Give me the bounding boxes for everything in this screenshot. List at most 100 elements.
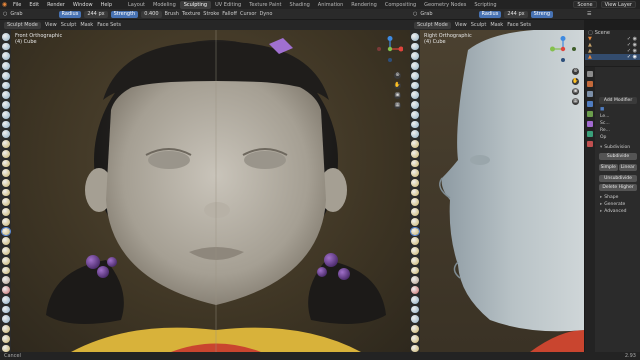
mode-selector[interactable]: Sculpt Mode: [4, 21, 41, 29]
advanced-panel[interactable]: ▸ Advanced: [596, 208, 640, 215]
subdivision-panel-header[interactable]: ▾ Subdivision: [596, 144, 640, 151]
zoom-icon[interactable]: ⊕: [394, 72, 401, 79]
texture-menu[interactable]: Texture: [182, 11, 200, 17]
sculpt-tool-icon[interactable]: [411, 33, 419, 41]
sculpt-tool-icon[interactable]: [411, 208, 419, 216]
radius-field[interactable]: 244 px: [504, 10, 528, 18]
modifier-header[interactable]: ■: [596, 106, 640, 113]
tab-compositing[interactable]: Compositing: [381, 1, 420, 9]
sculpt-tool-icon[interactable]: [411, 91, 419, 100]
sculpt-tool-icon[interactable]: [1, 217, 10, 226]
sculpt-tool-icon[interactable]: [1, 91, 10, 100]
sculpt-tool-icon[interactable]: [411, 198, 419, 207]
sculpt-tool-icon[interactable]: [411, 247, 419, 255]
sculpt-tool-icon[interactable]: [1, 295, 10, 304]
sculpt-tool-icon[interactable]: [411, 315, 419, 324]
viewport-right[interactable]: Right Orthographic (4) Cube ⊕ ✋ ▣ ▦: [420, 30, 584, 352]
delete-higher-button[interactable]: Delete Higher: [599, 184, 637, 191]
falloff-menu[interactable]: Falloff: [222, 11, 237, 17]
modifier-tab-icon[interactable]: [587, 101, 593, 107]
sculpt-tool-icon[interactable]: [411, 81, 419, 90]
tab-texture-paint[interactable]: Texture Paint: [245, 1, 285, 9]
dyntopo-menu[interactable]: Dyno: [259, 11, 272, 17]
menu-face-sets[interactable]: Face Sets: [507, 22, 531, 28]
navigation-gizmo[interactable]: [550, 36, 576, 62]
scene-field[interactable]: Scene: [573, 1, 597, 8]
menu-window[interactable]: Window: [69, 2, 97, 8]
sculpt-tool-icon[interactable]: [1, 188, 10, 197]
sculpt-tool-icon[interactable]: [1, 276, 10, 285]
constraint-tab-icon[interactable]: [587, 121, 593, 127]
render-tab-icon[interactable]: [587, 81, 593, 87]
sculpt-tool-icon[interactable]: [1, 198, 10, 207]
radius-label[interactable]: Radius: [58, 10, 82, 18]
sculpt-tool-icon[interactable]: [1, 110, 10, 119]
sculpt-tool-icon[interactable]: [411, 188, 419, 197]
sculpt-tool-icon[interactable]: [411, 217, 419, 226]
tab-sculpting[interactable]: Sculpting: [179, 0, 212, 9]
add-modifier-button[interactable]: Add Modifier: [599, 97, 637, 104]
menu-view[interactable]: View: [455, 22, 467, 28]
sculpt-tool-icon[interactable]: [411, 62, 419, 70]
shape-panel[interactable]: ▸ Shape: [596, 194, 640, 201]
cursor-menu[interactable]: Cursor: [240, 11, 256, 17]
sculpt-tool-icon[interactable]: [1, 71, 10, 80]
sculpt-tool-icon[interactable]: [411, 334, 419, 343]
sculpt-tool-icon[interactable]: [1, 169, 10, 178]
view-layer-field[interactable]: View Layer: [600, 1, 636, 8]
menu-help[interactable]: Help: [97, 2, 116, 8]
tool-tab-icon[interactable]: [587, 71, 593, 77]
sculpt-tool-icon[interactable]: [411, 120, 419, 129]
navigation-gizmo[interactable]: [377, 36, 403, 62]
sculpt-tool-icon[interactable]: [411, 266, 419, 275]
sculpt-tool-icon[interactable]: [410, 226, 420, 237]
prop-row[interactable]: Sc...: [596, 120, 640, 127]
subdivide-button[interactable]: Subdivide: [599, 153, 637, 160]
sculpt-tool-icon[interactable]: [411, 179, 419, 187]
brush-menu[interactable]: Brush: [165, 11, 179, 17]
sculpt-tool-icon[interactable]: [1, 159, 10, 168]
zoom-icon[interactable]: ⊕: [572, 68, 579, 75]
menu-face-sets[interactable]: Face Sets: [97, 22, 121, 28]
object-tab-icon[interactable]: [587, 111, 593, 117]
prop-row[interactable]: Op: [596, 134, 640, 141]
sculpt-tool-icon[interactable]: [411, 42, 419, 51]
radius-label[interactable]: Radius: [478, 10, 502, 18]
sculpt-tool-icon[interactable]: [1, 101, 10, 109]
sculpt-tool-icon[interactable]: [411, 110, 419, 119]
sculpt-tool-icon[interactable]: [1, 315, 10, 324]
strength-field[interactable]: 0.400: [141, 10, 162, 18]
tab-rendering[interactable]: Rendering: [347, 1, 381, 9]
menu-edit[interactable]: Edit: [25, 2, 43, 8]
hand-pan-icon[interactable]: ✋: [572, 78, 579, 85]
grid-icon[interactable]: ▦: [572, 98, 579, 105]
outliner-filter-icon[interactable]: ☰: [587, 11, 591, 17]
sculpt-tool-icon[interactable]: [411, 325, 419, 333]
sculpt-tool-icon[interactable]: [1, 42, 10, 51]
sculpt-tool-icon[interactable]: [1, 247, 10, 255]
blender-logo-icon[interactable]: ◉: [0, 0, 9, 9]
grid-icon[interactable]: ▦: [394, 102, 401, 109]
sculpt-tool-icon[interactable]: [1, 140, 10, 148]
prop-row[interactable]: Le...: [596, 113, 640, 120]
tool-grab-icon[interactable]: ○: [413, 11, 417, 17]
sculpt-tool-icon[interactable]: [411, 101, 419, 109]
sculpt-tool-icon[interactable]: [411, 159, 419, 168]
sculpt-tool-icon[interactable]: [1, 256, 10, 265]
outliner-row-selected[interactable]: ▲ ✓ ◉: [585, 54, 640, 60]
sculpt-tool-icon[interactable]: [411, 305, 419, 314]
sculpt-tool-icon[interactable]: [411, 256, 419, 265]
sculpt-tool-icon[interactable]: [1, 334, 10, 343]
sculpt-tool-icon[interactable]: [411, 71, 419, 80]
sculpt-tool-icon[interactable]: [411, 52, 419, 61]
tab-animation[interactable]: Animation: [314, 1, 348, 9]
sculpt-tool-icon[interactable]: [411, 295, 419, 304]
tab-geometry-nodes[interactable]: Geometry Nodes: [420, 1, 470, 9]
sculpt-tool-icon[interactable]: [1, 62, 10, 70]
tab-uv-editing[interactable]: UV Editing: [211, 1, 245, 9]
sculpt-tool-icon[interactable]: [1, 266, 10, 275]
sculpt-tool-icon[interactable]: [411, 276, 419, 285]
sculpt-tool-icon[interactable]: [1, 305, 10, 314]
sculpt-tool-icon[interactable]: [1, 130, 10, 139]
mode-selector[interactable]: Sculpt Mode: [414, 21, 451, 29]
